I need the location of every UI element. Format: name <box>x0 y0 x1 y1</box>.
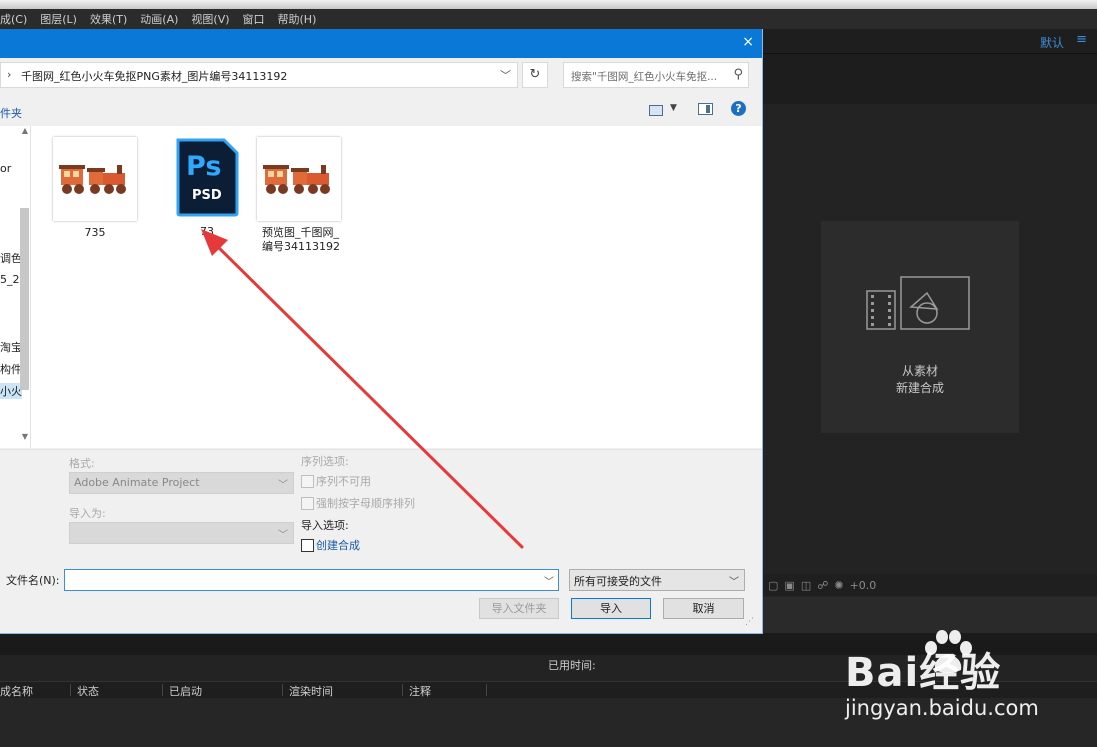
baidu-watermark: Bai经验 jingyan.baidu.com <box>845 630 1090 740</box>
watermark-brand: Bai经验 <box>845 650 1002 696</box>
watermark-url: jingyan.baidu.com <box>845 696 1039 720</box>
